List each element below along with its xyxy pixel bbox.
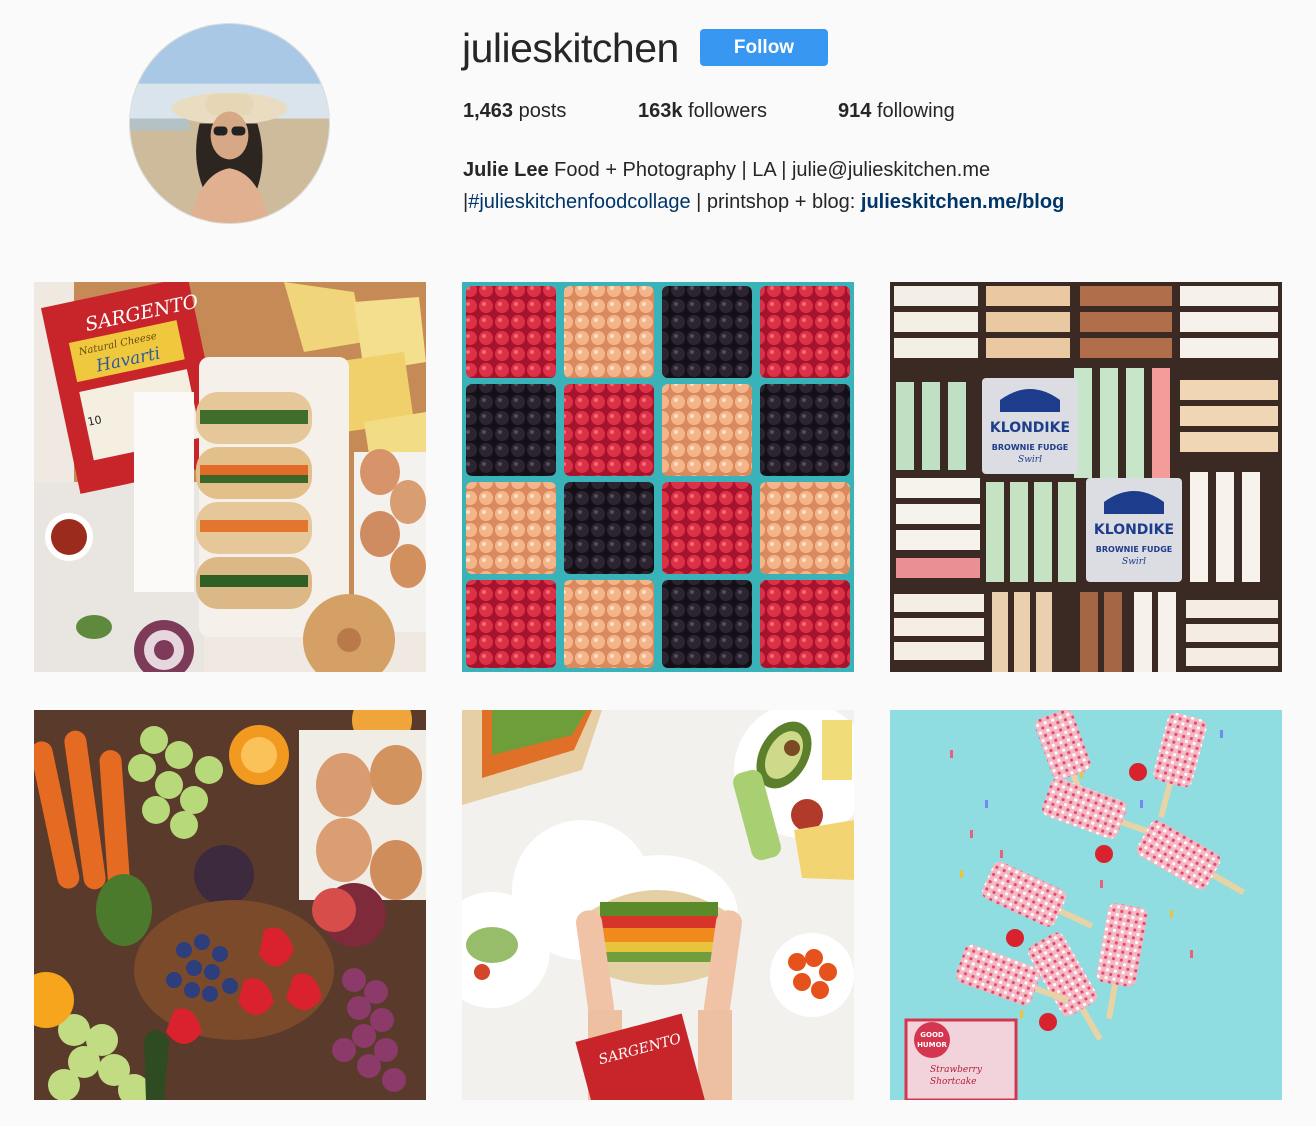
stat-following[interactable]: 914 following: [838, 98, 955, 124]
stat-posts: 1,463 posts: [463, 98, 566, 124]
follow-button[interactable]: Follow: [700, 29, 828, 66]
good-humor-flavor-b: Shortcake: [930, 1077, 977, 1087]
good-humor-logo-a: GOOD: [920, 1031, 944, 1039]
following-label: following: [876, 100, 955, 122]
post-tile-berries[interactable]: [462, 282, 854, 672]
bio-text-1: Food + Photography | LA | julie@julieski…: [554, 159, 991, 181]
post-image-sandwiches: SARGENTO Natural Cheese Havarti 10: [34, 282, 426, 672]
posts-label: posts: [518, 100, 567, 122]
klondike-logo-1: KLONDIKE: [990, 420, 1070, 436]
post-tile-sandwiches[interactable]: SARGENTO Natural Cheese Havarti 10: [34, 282, 426, 672]
avatar-photo: [130, 24, 329, 223]
followers-count: 163k: [638, 100, 683, 122]
post-image-berries: [462, 282, 854, 672]
bio-hashtag-link[interactable]: #julieskitchenfoodcollage: [468, 191, 690, 213]
bio-line-2: |#julieskitchenfoodcollage | printshop +…: [463, 186, 1223, 218]
klondike-flavor-1b: Swirl: [1018, 455, 1042, 465]
klondike-flavor-2a: BROWNIE FUDGE: [1096, 545, 1172, 554]
post-image-sandwich-hands: SARGENTO: [462, 710, 854, 1100]
good-humor-box: GOOD HUMOR Strawberry Shortcake: [904, 1018, 1018, 1100]
post-tile-popsicles[interactable]: GOOD HUMOR Strawberry Shortcake: [890, 710, 1282, 1100]
followers-label: followers: [688, 100, 767, 122]
post-image-popsicles: GOOD HUMOR Strawberry Shortcake: [890, 710, 1282, 1100]
held-sandwich: [592, 890, 724, 985]
profile-bio: Julie Lee Food + Photography | LA | juli…: [463, 154, 1223, 218]
post-tile-ice-cream[interactable]: KLONDIKE BROWNIE FUDGE Swirl KLONDIKE BR…: [890, 282, 1282, 672]
posts-count: 1,463: [463, 100, 514, 122]
profile-avatar[interactable]: [129, 23, 330, 224]
following-count: 914: [838, 100, 872, 122]
klondike-package-1: KLONDIKE BROWNIE FUDGE Swirl: [982, 378, 1078, 474]
post-tile-sandwich-hands[interactable]: SARGENTO: [462, 710, 854, 1100]
bio-line-1: Julie Lee Food + Photography | LA | juli…: [463, 154, 1223, 186]
klondike-flavor-1a: BROWNIE FUDGE: [992, 443, 1068, 452]
stat-followers[interactable]: 163k followers: [638, 98, 767, 124]
klondike-package-2: KLONDIKE BROWNIE FUDGE Swirl: [1086, 478, 1182, 582]
klondike-flavor-2b: Swirl: [1122, 557, 1146, 567]
post-image-ice-cream: KLONDIKE BROWNIE FUDGE Swirl KLONDIKE BR…: [890, 282, 1282, 672]
good-humor-logo-b: HUMOR: [917, 1041, 947, 1049]
good-humor-flavor-a: Strawberry: [930, 1065, 983, 1075]
bio-text-2: | printshop + blog:: [696, 191, 856, 213]
bio-full-name: Julie Lee: [463, 159, 549, 181]
bio-website-link[interactable]: julieskitchen.me/blog: [861, 191, 1064, 213]
post-tile-fruit-spread[interactable]: [34, 710, 426, 1100]
profile-username: julieskitchen: [462, 25, 679, 71]
klondike-logo-2: KLONDIKE: [1094, 522, 1174, 538]
post-image-fruit-spread: [34, 710, 426, 1100]
